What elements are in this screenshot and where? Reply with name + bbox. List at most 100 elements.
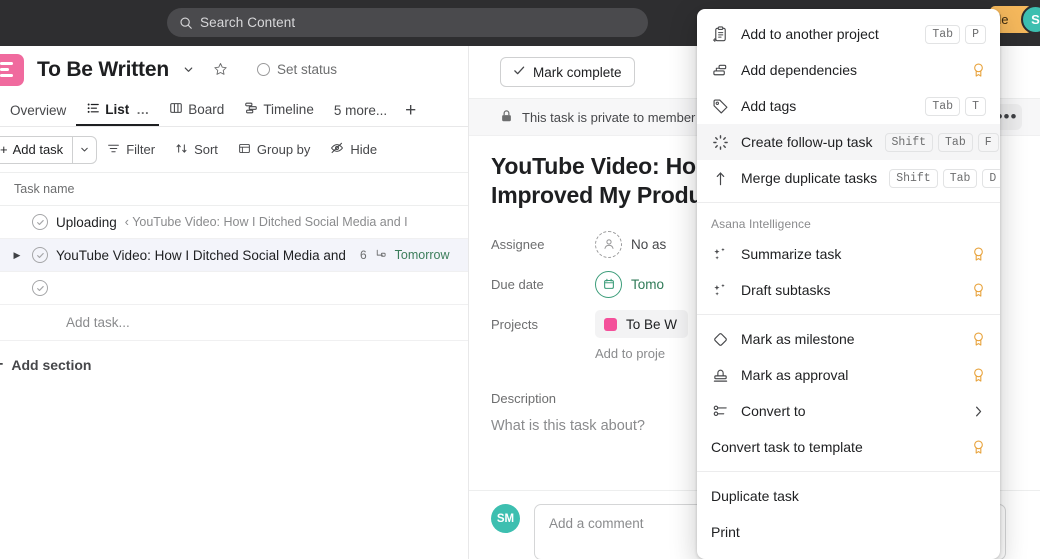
avatar: SM <box>491 504 520 533</box>
hide-eye-icon <box>330 141 344 158</box>
menu-item-mark-as-approval[interactable]: Mark as approval <box>697 357 1000 393</box>
menu-item-merge-duplicate-tasks[interactable]: Merge duplicate tasks Shift Tab D <box>697 160 1000 196</box>
sort-button[interactable]: Sort <box>165 136 228 164</box>
table-row[interactable]: ▶ YouTube Video: How I Ditched Social Me… <box>0 239 468 272</box>
sort-label: Sort <box>194 142 218 157</box>
clipboard-plus-icon <box>711 25 729 43</box>
row-expand-arrow[interactable]: ▶ <box>10 250 24 261</box>
mark-complete-button[interactable]: Mark complete <box>500 57 635 87</box>
complete-checkbox[interactable] <box>32 214 48 230</box>
table-row[interactable] <box>0 272 468 305</box>
filter-label: Filter <box>126 142 156 157</box>
mark-complete-label: Mark complete <box>533 64 622 80</box>
tag-icon <box>711 97 729 115</box>
calendar-icon <box>595 270 622 298</box>
privacy-notice-text: This task is private to member <box>522 109 696 125</box>
menu-item-print[interactable]: Print <box>697 514 1000 550</box>
search-icon <box>179 16 193 30</box>
view-tabs: Overview List … Board Timeline 5 more...… <box>0 93 468 127</box>
menu-item-draft-subtasks[interactable]: Draft subtasks <box>697 272 1000 308</box>
project-chip-label: To Be W <box>626 316 678 332</box>
key: P <box>965 24 986 44</box>
task-name-column-header: Task name <box>0 173 468 206</box>
due-date-value-text: Tomo <box>631 276 665 292</box>
group-by-button[interactable]: Group by <box>228 136 320 164</box>
menu-group-title-asana-intelligence: Asana Intelligence <box>711 217 811 231</box>
tab-list-overflow-icon[interactable]: … <box>136 102 149 117</box>
shortcut-keys: Tab T <box>925 96 986 116</box>
menu-item-add-tags[interactable]: Add tags Tab T <box>697 88 1000 124</box>
filter-icon <box>107 142 120 158</box>
subtask-icon <box>375 248 387 263</box>
complete-checkbox[interactable] <box>32 247 48 263</box>
menu-item-duplicate-task[interactable]: Duplicate task <box>697 478 1000 514</box>
project-list-pane: To Be Written Set status Overview List …… <box>0 46 468 559</box>
complete-checkbox[interactable] <box>32 280 48 296</box>
shortcut-keys: Shift Tab F <box>884 132 999 152</box>
spinner-icon <box>711 133 729 151</box>
menu-item-convert-task-to-template[interactable]: Convert task to template <box>697 429 1000 465</box>
menu-item-add-to-another-project[interactable]: Add to another project Tab P <box>697 16 1000 52</box>
menu-item-label: Mark as milestone <box>741 331 855 347</box>
menu-item-convert-to[interactable]: Convert to <box>697 393 1000 429</box>
check-icon <box>513 64 526 80</box>
assignee-value[interactable]: No as <box>595 230 666 258</box>
menu-item-add-dependencies[interactable]: Add dependencies <box>697 52 1000 88</box>
menu-divider <box>697 202 1000 203</box>
menu-item-label: Duplicate task <box>711 488 799 504</box>
key: Tab <box>942 168 978 188</box>
tab-timeline[interactable]: Timeline <box>234 101 324 126</box>
set-status-label: Set status <box>276 62 337 77</box>
menu-item-label: Add dependencies <box>741 62 857 78</box>
menu-item-make-public[interactable]: Make public to Content <box>697 550 1000 559</box>
page-title[interactable]: To Be Written <box>37 58 169 82</box>
task-context-menu: Add to another project Tab P Add depende… <box>697 9 1000 559</box>
add-task-button[interactable]: + Add task <box>0 135 98 164</box>
search-placeholder-text: Search Content <box>200 15 296 30</box>
assignee-label: Assignee <box>491 236 545 252</box>
plus-icon: + <box>0 356 3 374</box>
lock-icon <box>500 109 513 126</box>
search-input[interactable]: Search Content <box>167 8 648 37</box>
chevron-down-icon[interactable] <box>182 63 195 76</box>
add-task-dropdown-caret[interactable] <box>72 136 96 163</box>
subtask-count: 6 <box>359 248 367 262</box>
tab-more-label: 5 more... <box>333 103 388 118</box>
project-color-swatch <box>604 317 617 331</box>
filter-button[interactable]: Filter <box>97 136 165 164</box>
add-section-button[interactable]: + Add section <box>0 347 468 383</box>
due-date-badge[interactable]: Tomorrow <box>395 248 450 262</box>
key: T <box>965 96 986 116</box>
tab-board[interactable]: Board <box>159 101 234 126</box>
project-chip[interactable]: To Be W <box>595 310 689 339</box>
menu-divider <box>697 471 1000 472</box>
menu-divider <box>697 314 1000 315</box>
hide-button[interactable]: Hide <box>320 136 387 164</box>
menu-item-mark-as-milestone[interactable]: Mark as milestone <box>697 321 1000 357</box>
menu-item-summarize-task[interactable]: Summarize task <box>697 236 1000 272</box>
tab-list[interactable]: List … <box>76 101 160 126</box>
table-row[interactable]: Uploading ‹ YouTube Video: How I Ditched… <box>0 206 468 239</box>
menu-item-label: Mark as approval <box>741 367 849 383</box>
key: Tab <box>938 132 973 152</box>
tab-list-label: List <box>105 102 130 117</box>
star-icon[interactable] <box>213 62 228 77</box>
due-date-label: Due date <box>491 276 544 292</box>
menu-item-label: Convert task to template <box>711 439 863 455</box>
task-name: YouTube Video: How I Ditched Social Medi… <box>56 247 346 263</box>
set-status-button[interactable]: Set status <box>256 62 337 77</box>
person-icon <box>595 230 622 258</box>
add-tab-button[interactable]: + <box>397 101 424 126</box>
add-task-label: Add task <box>12 142 64 157</box>
add-task-inline[interactable]: Add task... <box>0 305 468 341</box>
tab-overview-label: Overview <box>10 103 67 118</box>
projects-label: Projects <box>491 316 538 332</box>
shortcut-keys: Tab P <box>925 24 986 44</box>
due-date-value[interactable]: Tomo <box>595 270 665 298</box>
tab-more[interactable]: 5 more... <box>324 103 397 126</box>
tab-overview[interactable]: Overview <box>0 103 76 126</box>
premium-crown-icon <box>971 439 986 455</box>
menu-item-create-follow-up-task[interactable]: Create follow-up task Shift Tab F <box>697 124 1000 160</box>
key: Tab <box>925 24 961 44</box>
column-header-label: Task name <box>14 182 75 196</box>
